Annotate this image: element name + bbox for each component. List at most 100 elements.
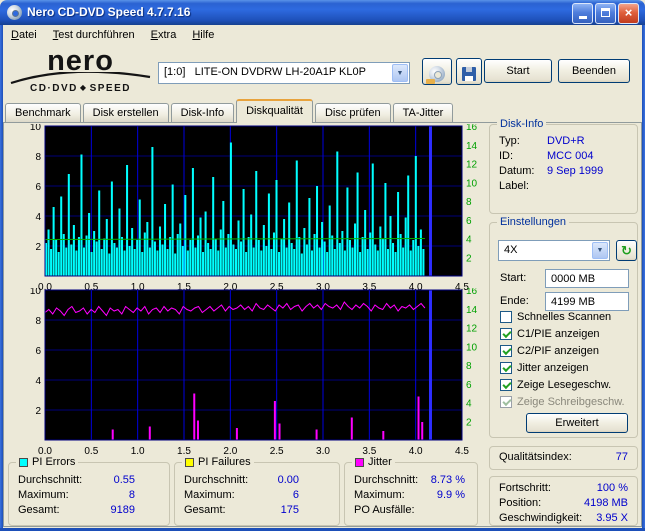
progress-row: Fortschritt: 100 % [499,482,628,494]
pi-errors-chart: 2468102468101214160.0 0.5 1.0 1.5 2.0 2.5 3.0 3… [30,124,478,293]
svg-text:14: 14 [466,141,478,152]
checkbox-c1-pie[interactable]: C1/PIE anzeigen [500,327,600,341]
checkbox-lesegeschw[interactable]: Zeige Lesegeschw. [500,378,611,392]
tab-disk-info[interactable]: Disk-Info [170,103,235,122]
typ-label: Typ: [499,135,520,147]
svg-text:4: 4 [35,212,41,223]
end-mb-field[interactable] [545,292,629,311]
menu-bar: Datei Test durchführen Extra Hilfe [3,25,642,46]
checkbox-box [500,345,512,357]
svg-text:6: 6 [466,380,472,391]
checkbox-box [500,362,512,374]
minimize-icon [578,16,587,19]
logo-cddvd-text: CD·DVD [30,83,78,94]
pi-failures-caption: PI Failures [182,456,254,468]
checkbox-label: C1/PIE anzeigen [517,328,600,340]
pi-failures-title: PI Failures [198,456,251,468]
stat-label: Gesamt: [18,504,60,516]
svg-text:4: 4 [35,376,41,387]
svg-text:12: 12 [466,160,478,171]
svg-text:6: 6 [35,182,41,193]
app-window: Nero CD-DVD Speed 4.7.7.16 × Datei Test … [0,0,645,531]
tab-bar: Benchmark Disk erstellen Disk-Info Diskq… [5,99,455,123]
stat-value: 8.73 % [430,474,465,486]
speed-select-value: 4X [504,244,518,256]
position-value: 4198 MB [583,497,628,509]
jitter-chart: 2468102468101214160.0 0.5 1.0 1.5 2.0 2.5 3.0 3… [30,288,478,457]
svg-text:2: 2 [35,242,41,253]
stat-value: 9189 [110,504,135,516]
checkbox-schnelles-scannen[interactable]: Schnelles Scannen [500,310,611,324]
menu-datei[interactable]: Datei [3,25,45,46]
refresh-button[interactable]: ↻ [616,240,637,261]
close-button[interactable]: × [618,3,639,24]
disc-hand-icon [426,65,445,84]
svg-text:2: 2 [35,406,41,417]
pi-errors-panel: PI Errors Durchschnitt: 0.55 Maximum: 8 Ge… [8,456,170,526]
checkbox-c2-pif[interactable]: C2/PIF anzeigen [500,344,599,358]
id-value: MCC 004 [547,150,594,162]
fortschritt-value: 100 % [596,482,628,494]
id-label: ID: [499,150,514,162]
stat-label: PO Ausfälle: [354,504,415,516]
svg-text:10: 10 [466,342,478,353]
jitter-title: Jitter [368,456,392,468]
tab-ta-jitter[interactable]: TA-Jitter [392,103,454,122]
label-label: Label: [499,180,529,192]
svg-text:2: 2 [466,253,472,264]
tab-disk-erstellen[interactable]: Disk erstellen [82,103,169,122]
svg-text:1.0: 1.0 [131,446,145,457]
settings-panel: Einstellungen 4X ▼ ↻ Start: Ende: Schnel… [489,216,638,438]
svg-text:8: 8 [466,197,472,208]
svg-text:10: 10 [466,178,478,189]
quit-button[interactable]: Beenden [558,59,630,83]
checkbox-label: Jitter anzeigen [517,362,589,374]
svg-text:2: 2 [466,417,472,428]
checkbox-schreibgeschw[interactable]: Zeige Schreibgeschw. [500,395,625,409]
svg-text:10: 10 [30,288,42,297]
stat-label: Gesamt: [184,504,226,516]
window-controls: × [572,3,639,24]
disk-info-panel: Disk-Info Typ: DVD+R ID: MCC 004 Datum: … [489,118,638,214]
svg-text:3.0: 3.0 [316,446,330,457]
start-mb-field[interactable] [545,269,629,288]
save-button[interactable] [456,58,482,85]
stat-label: Durchschnitt: [354,474,419,486]
svg-text:10: 10 [30,124,42,133]
disc-tool-button[interactable] [422,58,452,85]
window-title: Nero CD-DVD Speed 4.7.7.16 [27,5,191,19]
title-bar: Nero CD-DVD Speed 4.7.7.16 × [0,0,645,25]
tab-disc-pruefen[interactable]: Disc prüfen [314,103,391,122]
checkbox-label: Zeige Lesegeschw. [517,379,612,391]
svg-text:16: 16 [466,124,478,133]
save-floppy-icon [462,66,476,81]
minimize-button[interactable] [572,3,593,24]
checkbox-jitter[interactable]: Jitter anzeigen [500,361,589,375]
menu-test-durchfuehren[interactable]: Test durchführen [45,25,143,46]
stat-label: Maximum: [184,489,235,501]
floppy-shutter [466,66,472,72]
disk-info-title: Disk-Info [497,118,547,130]
start-mb-label: Start: [500,272,527,284]
end-mb-label: Ende: [500,295,529,307]
tab-diskqualitaet[interactable]: Diskqualität [236,99,313,123]
drive-select[interactable]: [1:0] LITE-ON DVDRW LH-20A1P KL0P ▼ [158,62,410,84]
logo-speed-text: SPEED [89,83,131,94]
nero-product-text: CD·DVD ◆ SPEED [8,83,153,94]
stat-value: 8 [128,489,135,501]
geschwindigkeit-label: Geschwindigkeit: [499,512,583,524]
menu-hilfe[interactable]: Hilfe [184,25,222,46]
advanced-button[interactable]: Erweitert [526,413,628,433]
maximize-button[interactable] [595,3,616,24]
svg-text:8: 8 [466,361,472,372]
stat-label: Durchschnitt: [18,474,83,486]
close-icon: × [624,5,633,20]
menu-extra[interactable]: Extra [143,25,185,46]
settings-title: Einstellungen [497,216,570,228]
chevron-down-icon: ▼ [592,242,608,259]
start-button[interactable]: Start [484,59,552,83]
speed-select[interactable]: 4X ▼ [498,240,610,261]
svg-text:4: 4 [466,399,472,410]
tab-benchmark[interactable]: Benchmark [5,103,81,122]
quality-index-value: 77 [615,451,628,463]
